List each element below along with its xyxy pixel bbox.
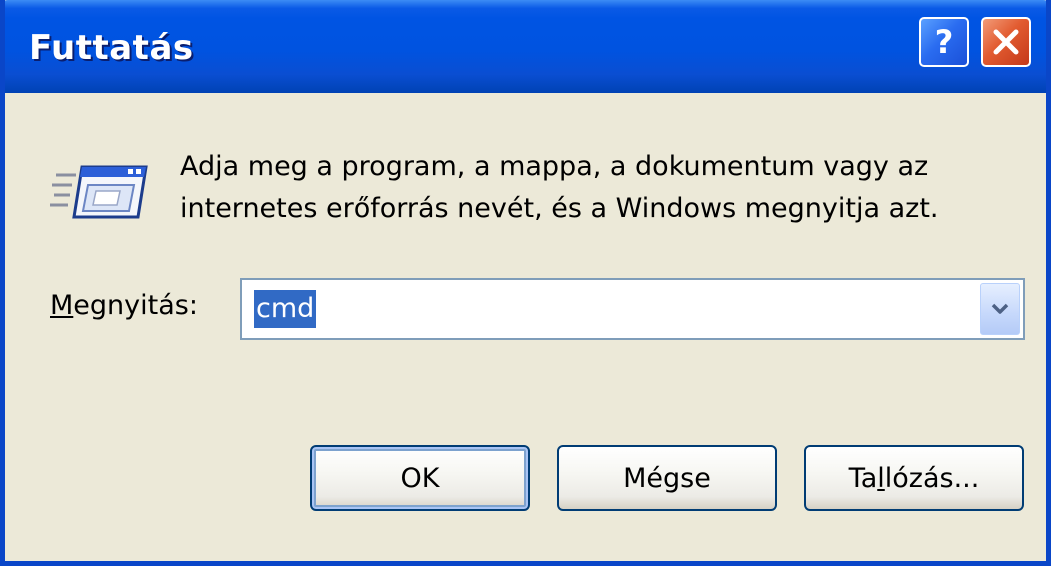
title-bar[interactable]: Futtatás ? <box>5 0 1046 93</box>
open-combobox[interactable]: cmd <box>240 278 1025 340</box>
ok-button-label: OK <box>400 462 440 494</box>
run-program-icon <box>50 165 148 219</box>
instruction-text: Adja meg a program, a mappa, a dokumentu… <box>180 151 939 224</box>
cancel-button-label: Mégse <box>623 462 711 494</box>
browse-label-mnemonic: l <box>877 462 885 494</box>
open-label-mnemonic: M <box>50 290 74 321</box>
run-dialog: Futtatás ? Adja meg a program, a mappa, … <box>0 0 1051 566</box>
close-button[interactable] <box>981 17 1031 67</box>
help-button[interactable]: ? <box>919 17 969 67</box>
browse-label-post: lózás... <box>884 462 980 494</box>
browse-button[interactable]: Tallózás... <box>804 445 1024 511</box>
window-title: Futtatás <box>29 28 194 68</box>
open-input-value[interactable]: cmd <box>254 290 317 328</box>
open-label-rest: egnyitás: <box>73 290 198 321</box>
cancel-button[interactable]: Mégse <box>557 445 777 511</box>
browse-button-label: Tallózás... <box>849 463 980 494</box>
close-icon <box>993 29 1019 55</box>
chevron-down-icon <box>991 303 1009 314</box>
dropdown-button[interactable] <box>980 283 1020 335</box>
help-icon: ? <box>934 23 954 61</box>
open-field-label: Megnyitás: <box>50 290 198 321</box>
ok-button[interactable]: OK <box>310 445 530 511</box>
browse-label-pre: Ta <box>848 462 878 494</box>
